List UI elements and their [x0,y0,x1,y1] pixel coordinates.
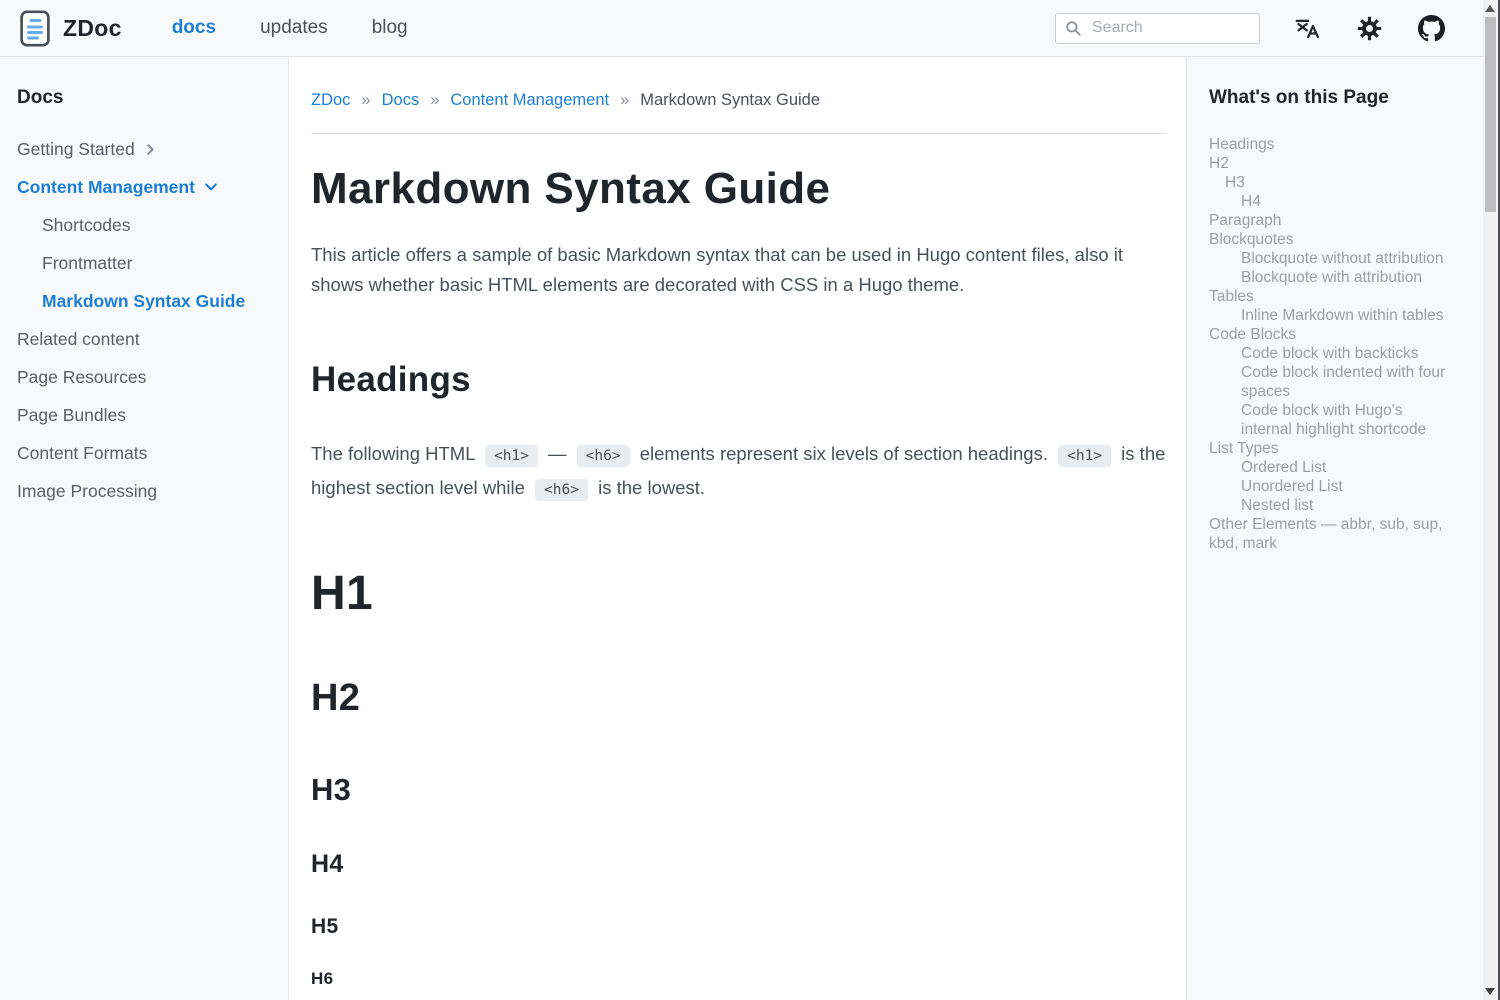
theme-gear-icon[interactable] [1356,15,1383,42]
toc-item-code-block-with-backticks[interactable]: Code block with backticks [1209,344,1457,363]
github-icon[interactable] [1418,15,1445,42]
inline-code: <h6> [535,479,588,501]
toc-item-blockquote-without-attribution[interactable]: Blockquote without attribution [1209,249,1457,268]
breadcrumb-separator: » [620,91,629,110]
toc-item-blockquotes[interactable]: Blockquotes [1209,230,1457,249]
sidebar-item-content-formats[interactable]: Content Formats [17,443,278,463]
chevron-down-icon [204,180,218,194]
toc-item-tables[interactable]: Tables [1209,287,1457,306]
toc-item-unordered-list[interactable]: Unordered List [1209,477,1457,496]
sample-heading-h1: H1 [311,566,1166,621]
sample-heading-h2: H2 [311,677,1166,720]
toc-item-list-types[interactable]: List Types [1209,439,1457,458]
sidebar-item-label: Related content [17,329,140,349]
sidebar-item-label: Getting Started [17,139,135,159]
search-input[interactable] [1090,18,1251,38]
breadcrumb-link-content-management[interactable]: Content Management [450,91,609,110]
scrollbar-thumb[interactable] [1485,17,1496,212]
toc-item-code-block-indented-with-four-spaces[interactable]: Code block indented with four spaces [1209,363,1457,401]
toc-list: HeadingsH2H3H4ParagraphBlockquotesBlockq… [1209,135,1457,553]
sidebar-item-image-processing[interactable]: Image Processing [17,481,278,501]
scroll-up-arrow-icon[interactable] [1485,5,1495,12]
sidebar-title: Docs [17,87,278,109]
toc-item-headings[interactable]: Headings [1209,135,1457,154]
sidebar-item-label: Content Management [17,177,195,197]
toc-item-code-blocks[interactable]: Code Blocks [1209,325,1457,344]
primary-nav: docs updates blog [172,17,408,39]
toc-item-nested-list[interactable]: Nested list [1209,496,1457,515]
sample-heading-h5: H5 [311,915,1166,939]
sidebar-item-page-resources[interactable]: Page Resources [17,367,278,387]
sample-headings: H1 H2 H3 H4 H5 H6 [311,566,1166,989]
toc-item-inline-markdown-within-tables[interactable]: Inline Markdown within tables [1209,306,1457,325]
sidebar-item-markdown-syntax-guide[interactable]: Markdown Syntax Guide [17,291,278,311]
breadcrumb-link-zdoc[interactable]: ZDoc [311,91,350,110]
page-scrollbar[interactable] [1483,0,1500,1000]
sidebar-item-label: Frontmatter [42,253,132,273]
toc-item-h4[interactable]: H4 [1209,192,1457,211]
sidebar-item-related-content[interactable]: Related content [17,329,278,349]
toc-item-ordered-list[interactable]: Ordered List [1209,458,1457,477]
sidebar-item-label: Image Processing [17,481,157,501]
sidebar-item-getting-started[interactable]: Getting Started [17,139,278,159]
brand-title[interactable]: ZDoc [63,15,122,42]
top-navbar: ZDoc docs updates blog [0,0,1500,57]
breadcrumb-divider [311,133,1166,134]
sidebar-item-label: Shortcodes [42,215,131,235]
inline-code: <h6> [577,445,630,467]
toc-item-code-block-with-hugo-s-internal-highlight-shortcode[interactable]: Code block with Hugo's internal highligh… [1209,401,1457,439]
breadcrumb: ZDoc » Docs » Content Management » Markdown Sy… [311,91,1166,110]
intro-paragraph: This article offers a sample of basic Ma… [311,240,1166,300]
toc-item-h2[interactable]: H2 [1209,154,1457,173]
headings-paragraph: The following HTML <h1> — <h6> elements … [311,438,1166,506]
sample-heading-h6: H6 [311,969,1166,989]
chevron-right-icon [144,143,157,156]
sidebar-menu: Getting Started Content Management Shortco… [17,139,278,501]
sample-heading-h3: H3 [311,772,1166,808]
nav-link-updates[interactable]: updates [260,17,328,39]
nav-link-blog[interactable]: blog [372,17,408,39]
breadcrumb-separator: » [361,91,370,110]
toc-item-other-elements-abbr-sub-sup-kbd-mark[interactable]: Other Elements — abbr, sub, sup, kbd, ma… [1209,515,1457,553]
inline-code: <h1> [1058,445,1111,467]
page-title: Markdown Syntax Guide [311,164,1166,214]
scroll-down-arrow-icon[interactable] [1485,988,1495,995]
breadcrumb-current: Markdown Syntax Guide [640,91,820,110]
breadcrumb-link-docs[interactable]: Docs [382,91,420,110]
toc-item-h3[interactable]: H3 [1209,173,1457,192]
sidebar-item-content-management[interactable]: Content Management [17,177,278,197]
docs-sidebar: Docs Getting Started Content Management Sh… [0,57,289,1000]
translate-icon[interactable] [1294,15,1321,42]
page-layout: Docs Getting Started Content Management Sh… [0,57,1483,1000]
inline-code: <h1> [485,445,538,467]
header-actions [1294,15,1445,42]
search-icon [1064,19,1082,37]
toc-panel: What's on this Page HeadingsH2H3H4Paragr… [1186,57,1483,1000]
section-heading-headings: Headings [311,360,1166,400]
sidebar-item-label: Content Formats [17,443,147,463]
sidebar-item-shortcodes[interactable]: Shortcodes [17,215,278,235]
search-box[interactable] [1055,13,1260,44]
toc-title: What's on this Page [1209,87,1457,109]
sample-heading-h4: H4 [311,850,1166,879]
breadcrumb-separator: » [430,91,439,110]
sidebar-item-label: Page Bundles [17,405,126,425]
sidebar-item-frontmatter[interactable]: Frontmatter [17,253,278,273]
main-content: ZDoc » Docs » Content Management » Markdown Sy… [289,57,1186,1000]
sidebar-item-page-bundles[interactable]: Page Bundles [17,405,278,425]
toc-item-paragraph[interactable]: Paragraph [1209,211,1457,230]
sidebar-item-label: Markdown Syntax Guide [42,291,245,311]
toc-item-blockquote-with-attribution[interactable]: Blockquote with attribution [1209,268,1457,287]
sidebar-item-label: Page Resources [17,367,146,387]
nav-link-docs[interactable]: docs [172,17,216,39]
logo-document-icon[interactable] [20,10,50,47]
